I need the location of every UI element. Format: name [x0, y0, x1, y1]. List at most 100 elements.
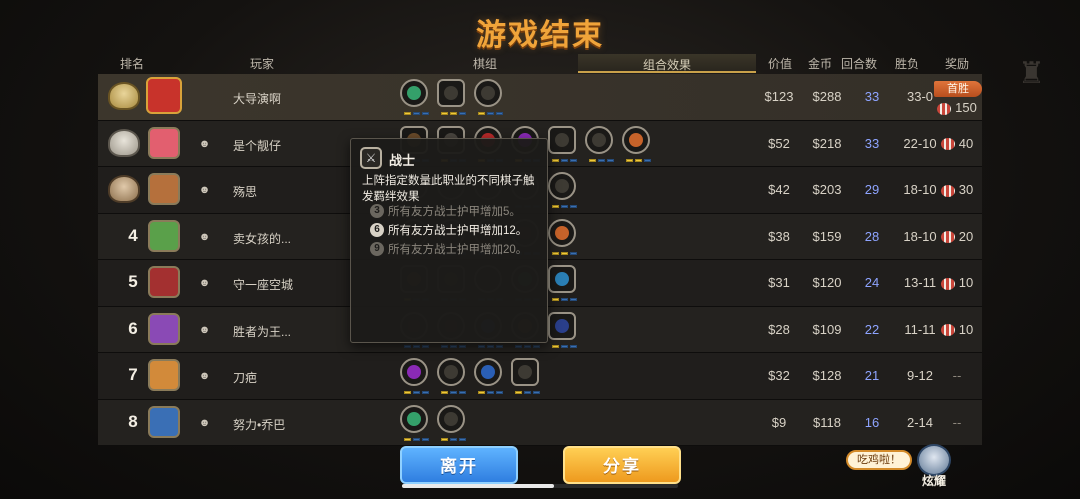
add-friend-icon[interactable]: ☻: [198, 417, 211, 430]
star-pips: [513, 391, 541, 395]
add-friend-icon[interactable]: ☻: [198, 138, 211, 151]
header-rounds: 回合数: [841, 57, 878, 71]
avatar[interactable]: [148, 219, 180, 252]
rank-medal-icon: [108, 82, 140, 110]
avatar[interactable]: [146, 77, 182, 114]
gold-cell: $159: [812, 228, 842, 244]
avatar[interactable]: [148, 312, 180, 345]
chess-piece-icon[interactable]: [400, 404, 429, 441]
avatar[interactable]: [148, 405, 180, 438]
rank-number: 7: [128, 365, 138, 384]
rounds-cell: 33: [864, 135, 880, 151]
chess-piece-icon[interactable]: [548, 218, 577, 255]
header-reward: 奖励: [945, 57, 970, 71]
rounds-cell: 24: [864, 275, 880, 290]
star-pips: [476, 344, 504, 349]
table-row[interactable]: 8 ☻ 努力•乔巴 $9 $118 16 2-14 --: [98, 399, 982, 446]
meat-icon: [940, 231, 955, 244]
chess-piece-icon[interactable]: [548, 172, 577, 208]
share-button[interactable]: 分享: [563, 446, 681, 484]
player-name: 殇思: [233, 185, 258, 199]
star-pips: [402, 437, 430, 442]
value-cell: $42: [768, 182, 790, 197]
chess-piece-icon[interactable]: [548, 311, 577, 348]
tooltip-title: 战士: [389, 153, 416, 168]
chess-piece-icon[interactable]: [585, 125, 614, 162]
rank-medal-icon: [108, 175, 140, 203]
rank-number: 4: [128, 225, 138, 245]
leave-button[interactable]: 离开: [400, 446, 518, 484]
reward-cell: 40: [932, 136, 982, 151]
gold-cell: $109: [812, 321, 842, 337]
tooltip-tier: 6 所有友方战士护甲增加12。: [370, 222, 527, 238]
avatar[interactable]: [148, 173, 180, 205]
chess-piece-icon[interactable]: [437, 358, 466, 394]
star-pips: [550, 251, 578, 256]
chess-piece-icon[interactable]: [437, 404, 466, 441]
chess-piece-icon[interactable]: [400, 79, 429, 115]
reward-cell: 30: [932, 182, 982, 197]
player-name: 守一座空城: [233, 278, 294, 292]
star-pips: [550, 158, 578, 163]
progress-bar: [402, 484, 678, 488]
value-cell: $52: [768, 135, 790, 151]
reward-cell: 20: [932, 229, 982, 244]
star-pips: [513, 344, 541, 349]
star-pips: [550, 344, 578, 349]
player-name: 努力•乔巴: [233, 417, 286, 432]
table-row[interactable]: 大导演啊 $123 $288 33 33-0 首胜 150: [98, 74, 982, 121]
value-cell: $38: [768, 228, 790, 244]
tier-count: 9: [370, 242, 384, 256]
add-friend-icon[interactable]: ☻: [198, 184, 211, 197]
value-cell: $32: [768, 368, 790, 383]
add-friend-icon[interactable]: ☻: [198, 231, 211, 244]
tooltip-tier: 9 所有友方战士护甲增加20。: [370, 241, 527, 257]
page-title: 游戏结束: [476, 18, 604, 53]
player-name: 大导演啊: [233, 92, 282, 106]
avatar[interactable]: [148, 126, 180, 159]
star-pips: [624, 158, 652, 163]
avatar[interactable]: [148, 359, 180, 391]
gold-cell: $203: [812, 182, 842, 197]
tier-count: 3: [370, 204, 384, 218]
player-name: 刀疤: [233, 371, 258, 385]
rounds-cell: 21: [864, 368, 880, 383]
show-off-button[interactable]: 炫耀: [914, 444, 954, 492]
chicken-bubble: 吃鸡啦！: [846, 450, 912, 470]
rounds-cell: 33: [864, 89, 880, 104]
gold-cell: $118: [813, 414, 841, 430]
rank-medal-icon: [108, 128, 140, 157]
chess-piece-icon[interactable]: [548, 125, 577, 162]
value-cell: $9: [771, 414, 787, 430]
combo-effect-tab[interactable]: 组合效果: [578, 54, 756, 73]
star-pips: [439, 344, 467, 349]
meat-icon: [940, 138, 955, 151]
tier-text: 所有友方战士护甲增加20。: [388, 244, 528, 256]
chess-piece-icon: ♜: [1018, 57, 1045, 90]
gold-cell: $288: [812, 89, 842, 104]
rounds-cell: 28: [864, 228, 880, 244]
chess-piece-icon[interactable]: [437, 79, 466, 115]
rank-number: 8: [128, 411, 138, 431]
chess-piece-icon[interactable]: [511, 358, 540, 394]
header-gold: 金币: [808, 57, 833, 71]
chess-piece-icon[interactable]: [548, 265, 577, 301]
rounds-cell: 29: [864, 182, 880, 197]
add-friend-icon[interactable]: ☻: [198, 277, 211, 290]
tier-text: 所有友方战士护甲增加5。: [388, 206, 521, 218]
add-friend-icon[interactable]: ☻: [198, 370, 211, 383]
table-row[interactable]: 7 ☻ 刀疤 $32 $128 21 9-12 --: [98, 353, 982, 400]
value-cell: $31: [768, 275, 790, 290]
avatar[interactable]: [148, 266, 180, 298]
reward-cell: 10: [932, 322, 982, 337]
chess-piece-icon[interactable]: [474, 358, 503, 394]
chess-piece-icon[interactable]: [400, 358, 429, 394]
chess-piece-icon[interactable]: [622, 125, 651, 162]
warrior-icon: ⚔: [360, 147, 382, 169]
reward-cell: 10: [932, 275, 982, 290]
chess-piece-icon[interactable]: [474, 79, 503, 115]
gold-cell: $128: [812, 368, 842, 383]
rounds-cell: 22: [864, 321, 880, 337]
star-pips: [402, 112, 430, 116]
add-friend-icon[interactable]: ☻: [198, 324, 211, 337]
